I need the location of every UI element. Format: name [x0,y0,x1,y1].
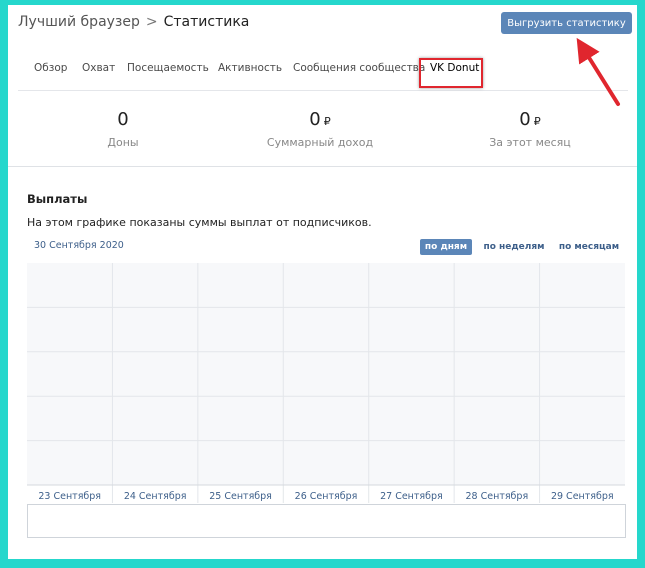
period-by-weeks-button[interactable]: по неделям [479,239,549,255]
chart-navigator[interactable] [27,504,626,538]
ruble-icon: ₽ [533,115,541,128]
payouts-chart-svg: 23 Сентября 24 Сентября 25 Сентября 26 Сент… [27,263,625,503]
chart-plot-area [27,263,625,485]
section-divider [8,166,637,167]
x-tick-label: 26 Сентября [295,491,358,502]
x-tick-label: 28 Сентября [466,491,529,502]
x-tick-label: 25 Сентября [209,491,272,502]
donors-label: Доны [107,136,139,149]
statistics-tabs: Обзор Охват Посещаемость Активность Сооб… [18,54,628,91]
tab-attendance[interactable]: Посещаемость [127,62,209,74]
x-tick-label: 29 Сентября [551,491,614,502]
export-statistics-button[interactable]: Выгрузить статистику [501,12,632,34]
statistics-panel: Лучший браузер > Статистика Выгрузить стат… [8,5,637,559]
page-header: Лучший браузер > Статистика Выгрузить стат… [8,5,637,43]
donors-count: 0 [117,109,129,130]
tab-activity[interactable]: Активность [218,62,282,74]
month-income-label: За этот месяц [489,136,571,149]
x-tick-label: 23 Сентября [38,491,101,502]
tab-community-messages[interactable]: Сообщения сообщества [293,62,425,74]
payouts-description: На этом графике показаны суммы выплат от… [27,216,372,229]
breadcrumb-separator-icon: > [145,14,158,30]
total-income-value: 0 ₽ [309,109,331,130]
period-by-months-button[interactable]: по месяцам [556,239,622,255]
x-tick-label: 27 Сентября [380,491,443,502]
period-by-days-button[interactable]: по дням [420,239,472,255]
chart-date-label: 30 Сентября 2020 [34,240,124,251]
x-tick-label: 24 Сентября [124,491,187,502]
tab-overview[interactable]: Обзор [34,62,67,74]
month-income-value: 0 ₽ [519,109,541,130]
vk-donut-highlight-frame [419,58,483,88]
breadcrumb: Лучший браузер > Статистика [18,14,249,30]
payouts-chart: 23 Сентября 24 Сентября 25 Сентября 26 Сент… [27,263,625,503]
page-title: Статистика [163,14,250,30]
tab-reach[interactable]: Охват [82,62,115,74]
ruble-icon: ₽ [323,115,331,128]
payouts-title: Выплаты [27,192,88,206]
breadcrumb-community-link[interactable]: Лучший браузер [18,14,140,30]
total-income-label: Суммарный доход [266,136,374,149]
